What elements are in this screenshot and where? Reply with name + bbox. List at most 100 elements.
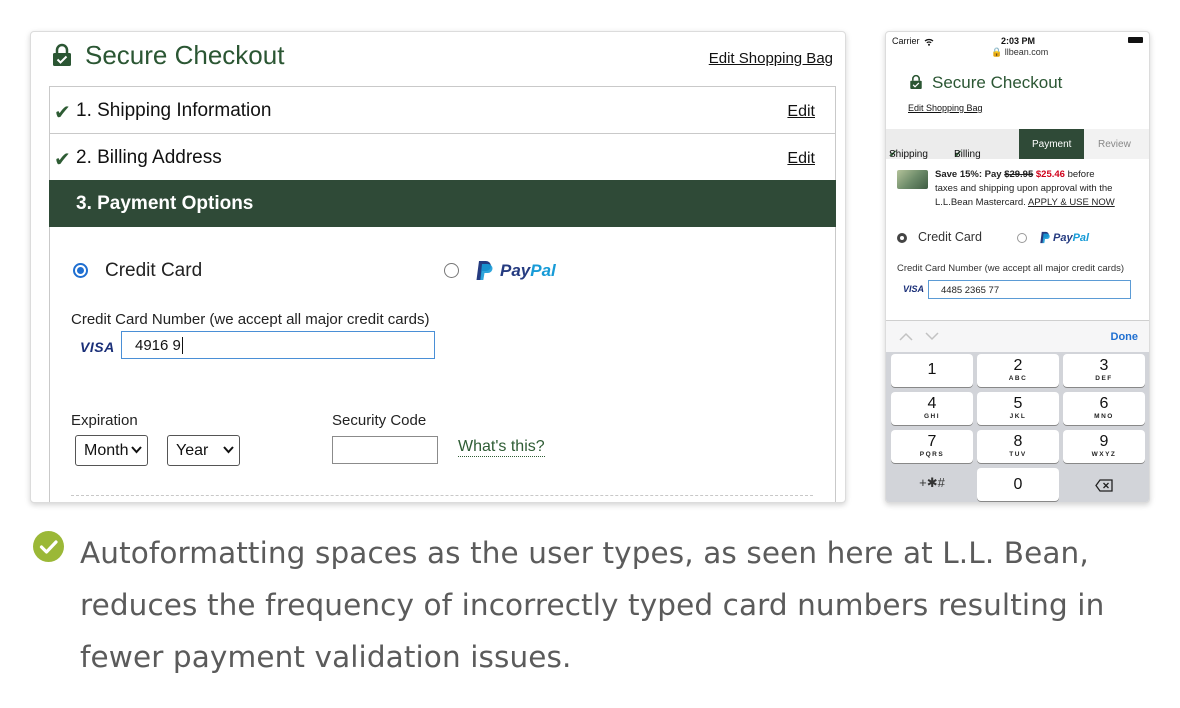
key-7-letters: PQRS [919,451,945,458]
chevron-down-icon [223,446,234,454]
key-8-digit: 8 [1013,433,1023,450]
promo-line-2: taxes and shipping upon approval with th… [935,183,1113,194]
backspace-key[interactable] [1063,468,1145,501]
key-2[interactable]: 2 ABC [977,354,1059,387]
paypal-icon [1040,231,1050,244]
year-select-value: Year [176,442,209,459]
payment-options-title: 3. Payment Options [76,193,254,214]
promo-line3-text: L.L.Bean Mastercard. [935,197,1028,208]
key-9-letters: WXYZ [1091,451,1117,458]
tab-payment-label: Payment [1032,139,1072,150]
key-3[interactable]: 3 DEF [1063,354,1145,387]
key-4-letters: GHI [923,413,941,420]
paypal-wordmark: PayPal [500,261,556,281]
key-0-digit: 0 [1013,476,1023,493]
chevron-down-icon [131,446,142,454]
tab-billing[interactable]: ✔ Billing [952,129,1019,160]
key-0[interactable]: 0 [977,468,1059,501]
key-4[interactable]: 4 GHI [891,392,973,425]
mobile-paypal-wordmark-pal: Pal [1072,232,1090,244]
mobile-paypal-radio[interactable] [1017,233,1027,243]
key-8-letters: TUV [1009,451,1027,458]
tab-shipping[interactable]: ✔ Shipping [886,129,952,160]
month-select[interactable]: Month [75,435,148,466]
divider [49,86,50,180]
carrier-label: Carrier [892,36,934,46]
promo-line-3: L.L.Bean Mastercard. APPLY & USE NOW [896,196,1141,210]
status-bar: Carrier 2:03 PM 🔒 llbean.com [886,32,1149,60]
promo-old-price: $29.95 [1004,169,1034,180]
year-select[interactable]: Year [167,435,240,466]
key-6[interactable]: 6 MNO [1063,392,1145,425]
edit-shopping-bag-link[interactable]: Edit Shopping Bag [709,50,833,67]
payment-options-header: 3. Payment Options [49,180,836,227]
promo-line1-end: before [1064,169,1095,180]
step-shipping-label: 1. Shipping Information [76,100,272,121]
key-1-digit: 1 [927,361,937,378]
mobile-paypal-wordmark-pay: Pay [1053,232,1073,244]
visa-icon: VISA [80,339,115,355]
mobile-cc-number-input[interactable]: 4485 2365 77 [928,280,1131,299]
paypal-icon [476,261,493,280]
tab-billing-label: Billing [954,149,981,160]
expiration-label: Expiration [71,412,138,429]
whats-this-link[interactable]: What's this? [458,438,545,457]
key-5-letters: JKL [1009,413,1027,420]
key-8[interactable]: 8 TUV [977,430,1059,463]
tab-payment[interactable]: Payment [1019,129,1084,159]
desktop-checkout-panel: Secure Checkout Edit Shopping Bag ✔ 1. S… [30,31,846,503]
security-code-input[interactable] [332,436,438,464]
key-6-digit: 6 [1099,395,1109,412]
step-billing-label: 2. Billing Address [76,147,222,168]
step-billing: ✔ 2. Billing Address Edit [49,133,836,180]
apply-use-now-link[interactable]: APPLY & USE NOW [1028,197,1115,208]
key-4-digit: 4 [927,395,937,412]
chevron-up-icon[interactable] [899,332,913,341]
divider [835,86,836,180]
credit-card-radio[interactable] [73,263,88,278]
url-text: llbean.com [1004,47,1049,57]
payment-options-body: Credit Card PayPal Credit Card Number (w… [49,227,836,502]
key-symbols[interactable]: +✱# [891,468,973,501]
key-3-digit: 3 [1099,357,1109,374]
divider [71,495,813,496]
check-icon: ✔ [54,149,71,171]
paypal-wordmark-pal: Pal [530,261,556,280]
cc-number-value: 4916 9 [135,337,181,354]
credit-card-label: Credit Card [105,260,203,281]
step-shipping: ✔ 1. Shipping Information Edit [49,86,836,133]
key-9[interactable]: 9 WXYZ [1063,430,1145,463]
promo-prefix: Save 15%: Pay [935,169,1005,180]
promo-new-price: $25.46 [1035,169,1065,180]
key-7-digit: 7 [927,433,937,450]
checkout-tabs: ✔ Shipping ✔ Billing Payment Review [886,129,1149,160]
caption-text: Autoformatting spaces as the user types,… [80,536,1105,674]
key-1[interactable]: 1 [891,354,973,387]
key-2-letters: ABC [1008,375,1028,382]
key-5-digit: 5 [1013,395,1023,412]
mobile-credit-card-radio[interactable] [897,233,907,243]
chevron-down-icon[interactable] [925,332,939,341]
mobile-cc-number-label: Credit Card Number (we accept all major … [897,263,1125,274]
key-symbols-label: +✱# [919,475,945,490]
check-icon: ✔ [54,102,71,124]
key-2-digit: 2 [1013,357,1023,374]
key-5[interactable]: 5 JKL [977,392,1059,425]
checkmark-badge-icon [33,531,64,562]
carrier-text: Carrier [892,36,920,46]
keyboard-toolbar: Done [886,320,1149,352]
key-9-digit: 9 [1099,433,1109,450]
keyboard-done-button[interactable]: Done [1111,331,1139,343]
edit-billing-link[interactable]: Edit [787,150,815,168]
edit-shipping-link[interactable]: Edit [787,103,815,121]
security-code-label: Security Code [332,412,427,429]
mobile-edit-shopping-bag-link[interactable]: Edit Shopping Bag [908,103,983,113]
key-3-letters: DEF [1095,375,1113,382]
key-7[interactable]: 7 PQRS [891,430,973,463]
url-bar[interactable]: 🔒 llbean.com [991,47,1048,58]
cc-number-input[interactable]: 4916 9 [121,331,435,359]
tab-shipping-label: Shipping [889,149,928,160]
paypal-radio[interactable] [444,263,459,278]
status-time: 2:03 PM [1001,36,1036,46]
tab-review[interactable]: Review [1084,129,1149,159]
